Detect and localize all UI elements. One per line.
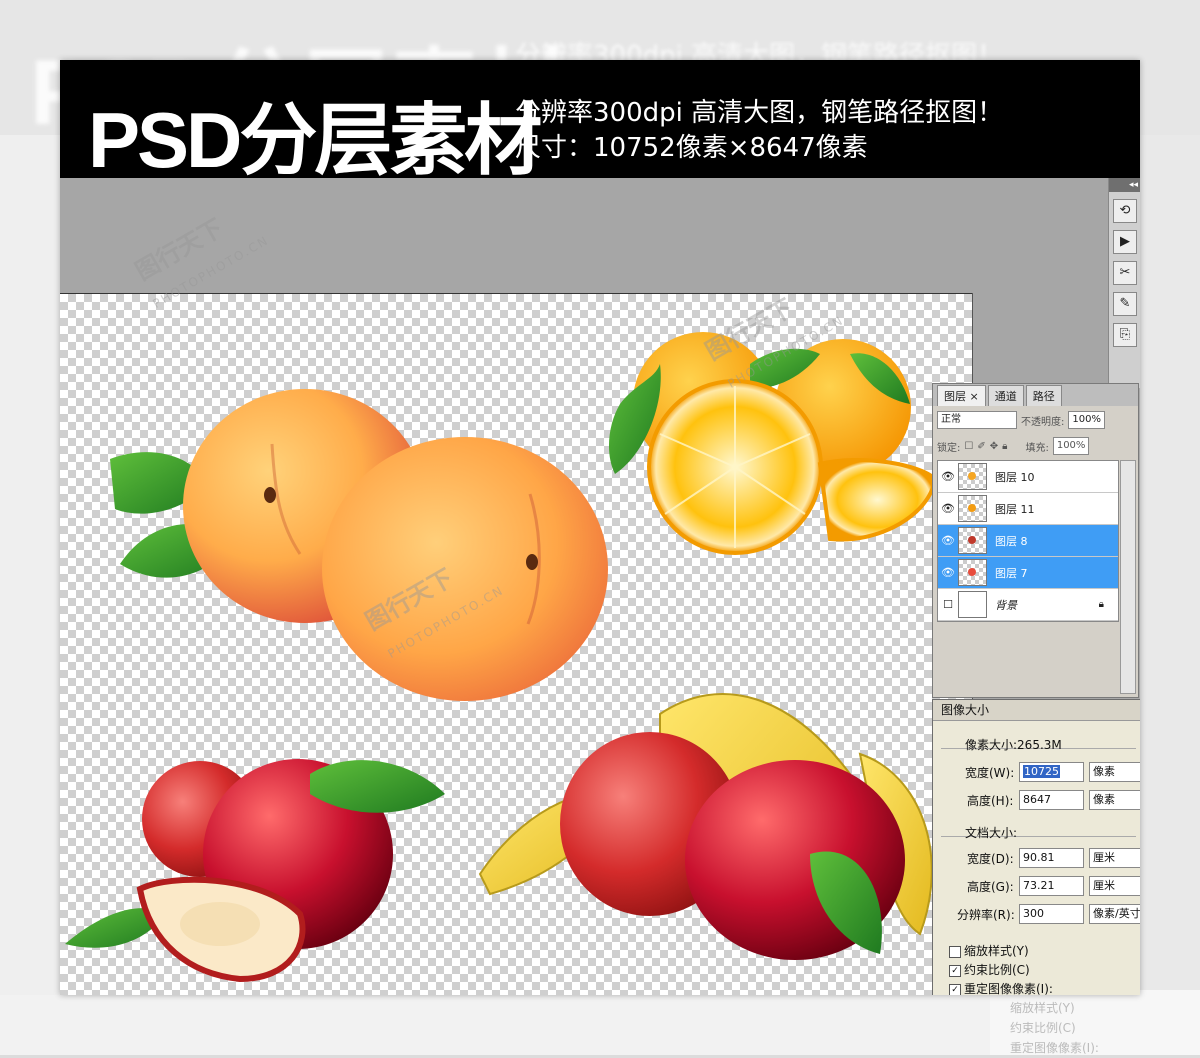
tab-paths[interactable]: 路径 — [1025, 385, 1062, 406]
image-size-dialog: 图像大小 像素大小:265.3M 宽度(W): 10725 像素 高度(H): … — [932, 699, 1140, 995]
backdrop-right — [1140, 135, 1200, 1055]
resample-checkbox[interactable]: ✓ 重定图像像素(I): — [949, 980, 1053, 995]
backdrop-left — [0, 135, 60, 1055]
layer-thumbnail — [958, 559, 987, 586]
banner: PSD分层素材 分辨率300dpi 高清大图，钢笔路径抠图！ 尺寸：10752像… — [60, 60, 1140, 184]
lock-label: 锁定: — [937, 442, 961, 454]
resolution-label: 分辨率(R): — [957, 908, 1015, 922]
layer-thumbnail — [958, 591, 987, 618]
opacity-input[interactable]: 100% — [1068, 411, 1105, 429]
lock-transparent-icon[interactable]: ☐ — [964, 441, 973, 452]
eye-icon-hidden[interactable]: ☐ — [938, 598, 958, 611]
backdrop-dialog-ghost: 缩放样式(Y) 约束比例(C) 重定图像像素(I): — [990, 990, 1200, 1055]
layer-row[interactable]: 👁︎ 图层 7 — [938, 557, 1118, 589]
doc-height-input[interactable]: 73.21 — [1019, 876, 1084, 896]
main-card: PSD分层素材 分辨率300dpi 高清大图，钢笔路径抠图！ 尺寸：10752像… — [60, 60, 1140, 995]
layer-list: 👁︎ 图层 10 👁︎ 图层 11 👁︎ 图层 8 👁︎ 图层 7 ☐ 背景 🔒… — [937, 460, 1119, 622]
height-unit-select[interactable]: 像素 — [1089, 790, 1140, 810]
lock-icon: 🔒︎ — [1098, 599, 1104, 610]
banner-size-text: 尺寸：10752像素×8647像素 — [515, 133, 868, 163]
doc-height-label: 高度(G): — [967, 880, 1014, 894]
scale-styles-label: 缩放样式(Y) — [964, 944, 1029, 958]
dock-collapse-button[interactable]: ◂◂ — [1109, 178, 1140, 192]
resolution-unit-select[interactable]: 像素/英寸 — [1089, 904, 1140, 924]
clone-source-icon[interactable]: ⎘ — [1113, 323, 1137, 347]
pixel-dims-label: 像素大小:265.3M — [965, 738, 1062, 752]
layer-name: 图层 10 — [995, 470, 1035, 484]
tab-layers[interactable]: 图层 × — [937, 385, 986, 406]
ghost-line: 重定图像像素(I): — [1010, 1041, 1099, 1055]
constrain-label: 约束比例(C) — [964, 963, 1030, 977]
lock-position-icon[interactable]: ✥ — [990, 441, 998, 452]
fruit-artwork — [65, 332, 938, 983]
layer-row[interactable]: 👁︎ 图层 11 — [938, 493, 1118, 525]
banner-title: PSD分层素材 — [88, 96, 542, 184]
scale-styles-checkbox[interactable]: 缩放样式(Y) — [949, 942, 1029, 959]
layer-thumbnail — [958, 463, 987, 490]
panel-dock-strip: ◂◂ ⟲ ▶ ✂ ✎ ⎘ — [1108, 178, 1140, 388]
tab-channels[interactable]: 通道 — [987, 385, 1024, 406]
peach-group — [110, 389, 608, 701]
layers-scrollbar[interactable] — [1120, 460, 1136, 694]
layer-thumbnail — [958, 527, 987, 554]
tool-presets-icon[interactable]: ✂ — [1113, 261, 1137, 285]
checkbox-empty-icon — [949, 945, 961, 958]
width-value: 10725 — [1023, 765, 1060, 778]
brushes-icon[interactable]: ✎ — [1113, 292, 1137, 316]
layer-name: 背景 — [995, 598, 1017, 612]
layer-name: 图层 7 — [995, 566, 1028, 580]
doc-size-label: 文档大小: — [965, 826, 1018, 840]
apple-group-left — [65, 759, 445, 983]
height-input[interactable]: 8647 — [1019, 790, 1084, 810]
ghost-line: 约束比例(C) — [1010, 1021, 1076, 1035]
checkmark-icon: ✓ — [949, 964, 961, 977]
layer-name: 图层 11 — [995, 502, 1035, 516]
width-label: 宽度(W): — [965, 766, 1015, 780]
resolution-input[interactable]: 300 — [1019, 904, 1084, 924]
opacity-label: 不透明度: — [1021, 416, 1065, 428]
eye-icon[interactable]: 👁︎ — [938, 470, 958, 483]
layers-panel: 图层 × 通道 路径 正常 不透明度: 100% 锁定: ☐ ✐ ✥ 🔒︎ 填充… — [932, 383, 1139, 698]
history-icon[interactable]: ⟲ — [1113, 199, 1137, 223]
document-canvas[interactable] — [60, 293, 972, 995]
eye-icon[interactable]: 👁︎ — [938, 566, 958, 579]
layer-thumbnail — [958, 495, 987, 522]
eye-icon[interactable]: 👁︎ — [938, 502, 958, 515]
layer-row[interactable]: 👁︎ 图层 10 — [938, 461, 1118, 493]
width-input[interactable]: 10725 — [1019, 762, 1084, 782]
layer-row-background[interactable]: ☐ 背景 🔒︎ — [938, 589, 1118, 621]
layer-name: 图层 8 — [995, 534, 1028, 548]
apple-banana-group — [478, 693, 933, 960]
doc-width-label: 宽度(D): — [967, 852, 1014, 866]
banner-resolution-text: 分辨率300dpi 高清大图，钢笔路径抠图！ — [515, 98, 1004, 128]
dialog-title: 图像大小 — [933, 700, 1140, 721]
blend-mode-select[interactable]: 正常 — [937, 411, 1017, 429]
doc-width-input[interactable]: 90.81 — [1019, 848, 1084, 868]
layers-panel-tabs: 图层 × 通道 路径 — [933, 384, 1138, 406]
layer-row[interactable]: 👁︎ 图层 8 — [938, 525, 1118, 557]
width-unit-select[interactable]: 像素 — [1089, 762, 1140, 782]
lock-row: 锁定: ☐ ✐ ✥ 🔒︎ 填充: 100% — [933, 434, 1138, 458]
checkmark-icon: ✓ — [949, 983, 961, 995]
height-label: 高度(H): — [967, 794, 1014, 808]
blend-row: 正常 不透明度: 100% — [933, 406, 1138, 434]
eye-icon[interactable]: 👁︎ — [938, 534, 958, 547]
fill-input[interactable]: 100% — [1052, 437, 1090, 455]
ghost-line: 缩放样式(Y) — [1010, 1001, 1075, 1015]
lock-all-icon[interactable]: 🔒︎ — [1002, 441, 1007, 452]
actions-icon[interactable]: ▶ — [1113, 230, 1137, 254]
doc-height-unit-select[interactable]: 厘米 — [1089, 876, 1140, 896]
fill-label: 填充: — [1025, 442, 1049, 454]
lock-image-icon[interactable]: ✐ — [977, 441, 985, 452]
doc-width-unit-select[interactable]: 厘米 — [1089, 848, 1140, 868]
resample-label: 重定图像像素(I): — [964, 982, 1053, 995]
constrain-checkbox[interactable]: ✓ 约束比例(C) — [949, 961, 1030, 978]
